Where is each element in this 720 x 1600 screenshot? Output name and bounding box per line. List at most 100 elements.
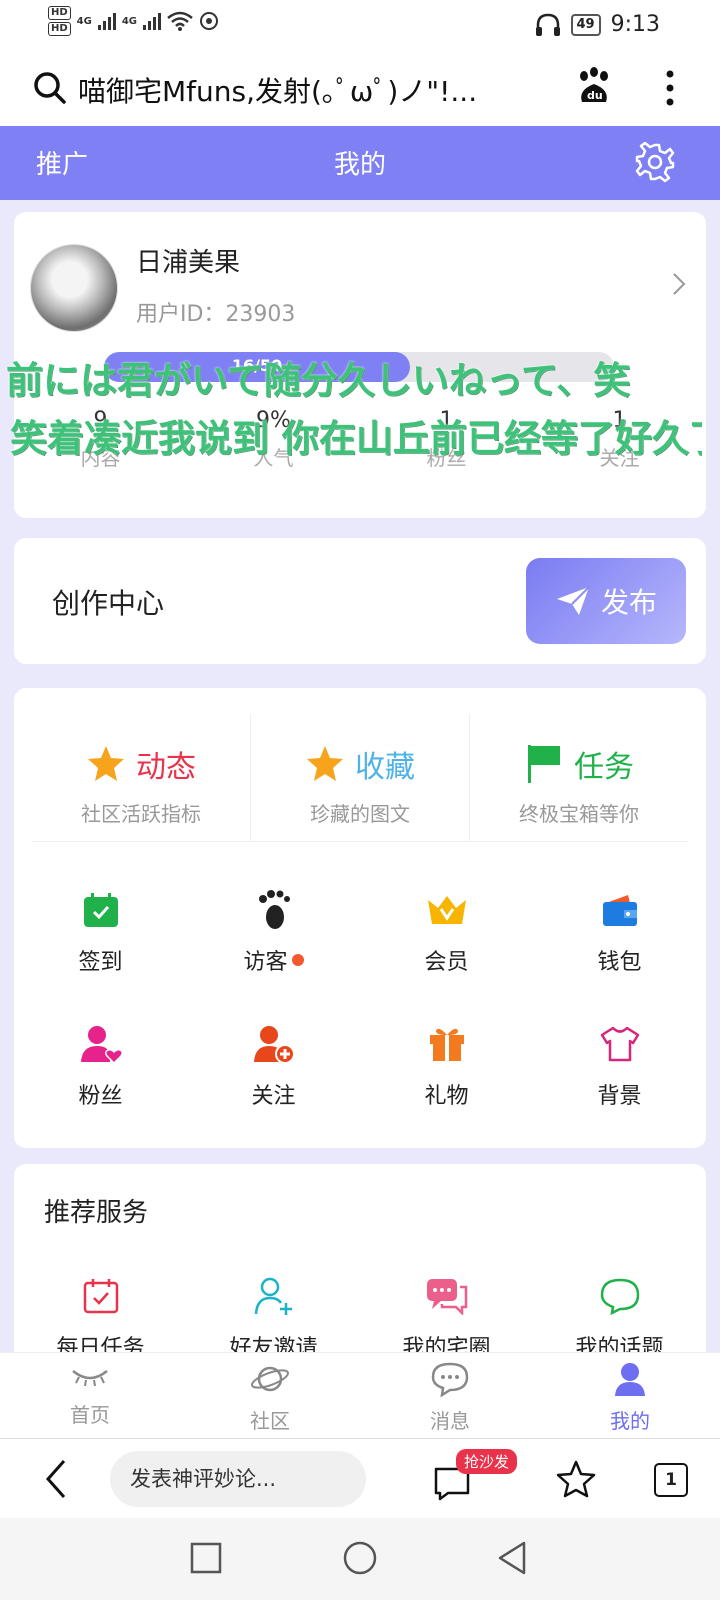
status-left: HD HD 4G 4G: [48, 6, 219, 36]
user-icon: [615, 1363, 645, 1396]
user-name: 日浦美果: [136, 248, 241, 278]
gift-icon: [429, 1028, 464, 1061]
signal-icon: [143, 12, 162, 30]
grid-item-label: 访客: [243, 950, 288, 975]
page-title[interactable]: 喵御宅Mfuns,发射(｡ﾟωﾟ)ノ"!...: [78, 70, 558, 110]
eye-lashes-icon: [72, 1370, 108, 1387]
grid-item-following[interactable]: 关注: [187, 1022, 360, 1110]
system-nav-bar: [0, 1518, 720, 1600]
follow-user-icon: [253, 1026, 295, 1064]
tab-label: 我的: [610, 1409, 650, 1433]
network-label: 4G: [76, 15, 92, 27]
signal-icon: [97, 12, 116, 30]
recommended-services-card: 推荐服务 每日任务 好友邀请 我的宅圈 我的话题: [14, 1164, 706, 1384]
comment-input[interactable]: 发表神评妙论...: [110, 1451, 366, 1507]
footprint-icon: [258, 890, 290, 929]
functions-card: 动态 社区活跃指标 收藏 珍藏的图文 任务 终极宝箱等你 签到 访客 会员 钱包…: [14, 688, 706, 1148]
profile-card[interactable]: 日浦美果 用户ID：23903 16/50 9 内容 9% 人气 1 粉丝 1 关注 前…: [6, 212, 706, 518]
feature-subtitle: 珍藏的图文: [310, 802, 410, 826]
status-bar: HD HD 4G 4G 49 9:13: [0, 0, 720, 50]
chat-bubbles-icon: [426, 1279, 467, 1315]
promote-link[interactable]: 推广: [36, 144, 88, 181]
user-id: 用户ID：23903: [136, 302, 296, 327]
creation-center-label: 创作中心: [52, 587, 165, 620]
feature-name: 收藏: [355, 750, 415, 785]
tab-mine[interactable]: 我的: [540, 1353, 720, 1438]
feature-subtitle: 终极宝箱等你: [519, 802, 639, 826]
feature-favorites[interactable]: 收藏 珍藏的图文: [251, 714, 470, 841]
shirt-icon: [600, 1026, 639, 1062]
tab-label: 社区: [250, 1409, 290, 1433]
browser-address-bar[interactable]: 喵御宅Mfuns,发射(｡ﾟωﾟ)ノ"!... du: [0, 50, 720, 126]
grid-item-background[interactable]: 背景: [533, 1022, 706, 1110]
headphones-icon: [535, 13, 560, 36]
status-right: 49 9:13: [535, 12, 660, 37]
app-notification-icon: [200, 12, 219, 30]
back-icon[interactable]: [44, 1459, 68, 1499]
feature-subtitle: 社区活跃指标: [81, 802, 201, 826]
baidu-logo-icon[interactable]: du: [576, 66, 612, 106]
services-title: 推荐服务: [44, 1198, 149, 1228]
wifi-icon: [167, 11, 193, 31]
danmaku-line: 笑着凑近我说到 你在山丘前已经等了好久了: [10, 417, 702, 460]
home-icon[interactable]: [342, 1540, 378, 1576]
creation-center-card: 创作中心 发布: [14, 538, 706, 664]
hd-badge: HD: [48, 22, 71, 36]
tab-count: 1: [665, 1470, 677, 1490]
grid-item-label: 背景: [597, 1084, 642, 1109]
network-label: 4G: [121, 15, 138, 27]
tab-label: 消息: [430, 1409, 470, 1433]
grid-item-label: 会员: [424, 950, 469, 975]
calendar-check-icon: [83, 893, 118, 927]
site-header: 推广 我的: [0, 126, 720, 200]
tab-messages[interactable]: 消息: [360, 1353, 540, 1438]
danmaku-line: 前には君がいて随分久しいねって、笑: [6, 359, 631, 402]
grid-item-fans[interactable]: 粉丝: [14, 1022, 187, 1110]
daily-task-icon: [83, 1279, 118, 1314]
service-invite-friends[interactable]: 好友邀请: [187, 1274, 360, 1362]
star-outline-icon[interactable]: [556, 1459, 596, 1499]
planet-icon: [251, 1366, 289, 1392]
avatar[interactable]: [30, 244, 118, 332]
search-icon[interactable]: [32, 70, 68, 106]
grid-item-label: 关注: [251, 1084, 296, 1109]
grid-item-checkin[interactable]: 签到: [14, 888, 187, 976]
feature-activity[interactable]: 动态 社区活跃指标: [32, 714, 251, 841]
tab-label: 首页: [70, 1403, 110, 1427]
message-icon: [431, 1362, 469, 1398]
back-triangle-icon[interactable]: [496, 1540, 528, 1576]
topic-bubble-icon: [600, 1278, 639, 1315]
paper-plane-icon: [556, 586, 590, 615]
services-row: 每日任务 好友邀请 我的宅圈 我的话题: [14, 1274, 706, 1362]
feature-tasks[interactable]: 任务 终极宝箱等你: [470, 714, 688, 841]
crown-icon: [427, 896, 466, 924]
clock: 9:13: [610, 12, 660, 37]
grid-item-vip[interactable]: 会员: [360, 888, 533, 976]
feature-name: 动态: [136, 750, 196, 785]
publish-label: 发布: [600, 586, 657, 619]
grid-item-gifts[interactable]: 礼物: [360, 1022, 533, 1110]
star-icon: [307, 746, 343, 781]
grid-item-visitors[interactable]: 访客: [187, 888, 360, 976]
star-icon: [88, 746, 124, 781]
service-my-topics[interactable]: 我的话题: [533, 1274, 706, 1362]
invite-friend-icon: [254, 1277, 292, 1315]
tab-home[interactable]: 首页: [0, 1353, 180, 1438]
hd-indicators: HD HD: [48, 6, 71, 36]
browser-bottom-bar: 发表神评妙论... 抢沙发 1: [0, 1438, 720, 1518]
service-my-circle[interactable]: 我的宅圈: [360, 1274, 533, 1362]
grid-item-label: 签到: [78, 950, 123, 975]
recent-apps-icon[interactable]: [190, 1542, 222, 1574]
chevron-right-icon[interactable]: [672, 272, 686, 296]
wallet-icon: [602, 895, 637, 926]
new-badge-dot: [291, 954, 304, 966]
more-menu-icon[interactable]: [664, 68, 676, 108]
gear-icon[interactable]: [634, 142, 676, 184]
tab-count-button[interactable]: 1: [654, 1463, 688, 1497]
grid-item-wallet[interactable]: 钱包: [533, 888, 706, 976]
fan-user-icon: [80, 1026, 122, 1064]
tab-community[interactable]: 社区: [180, 1353, 360, 1438]
service-daily-task[interactable]: 每日任务: [14, 1274, 187, 1362]
publish-button[interactable]: 发布: [526, 558, 686, 644]
grid-item-label: 钱包: [597, 950, 642, 975]
